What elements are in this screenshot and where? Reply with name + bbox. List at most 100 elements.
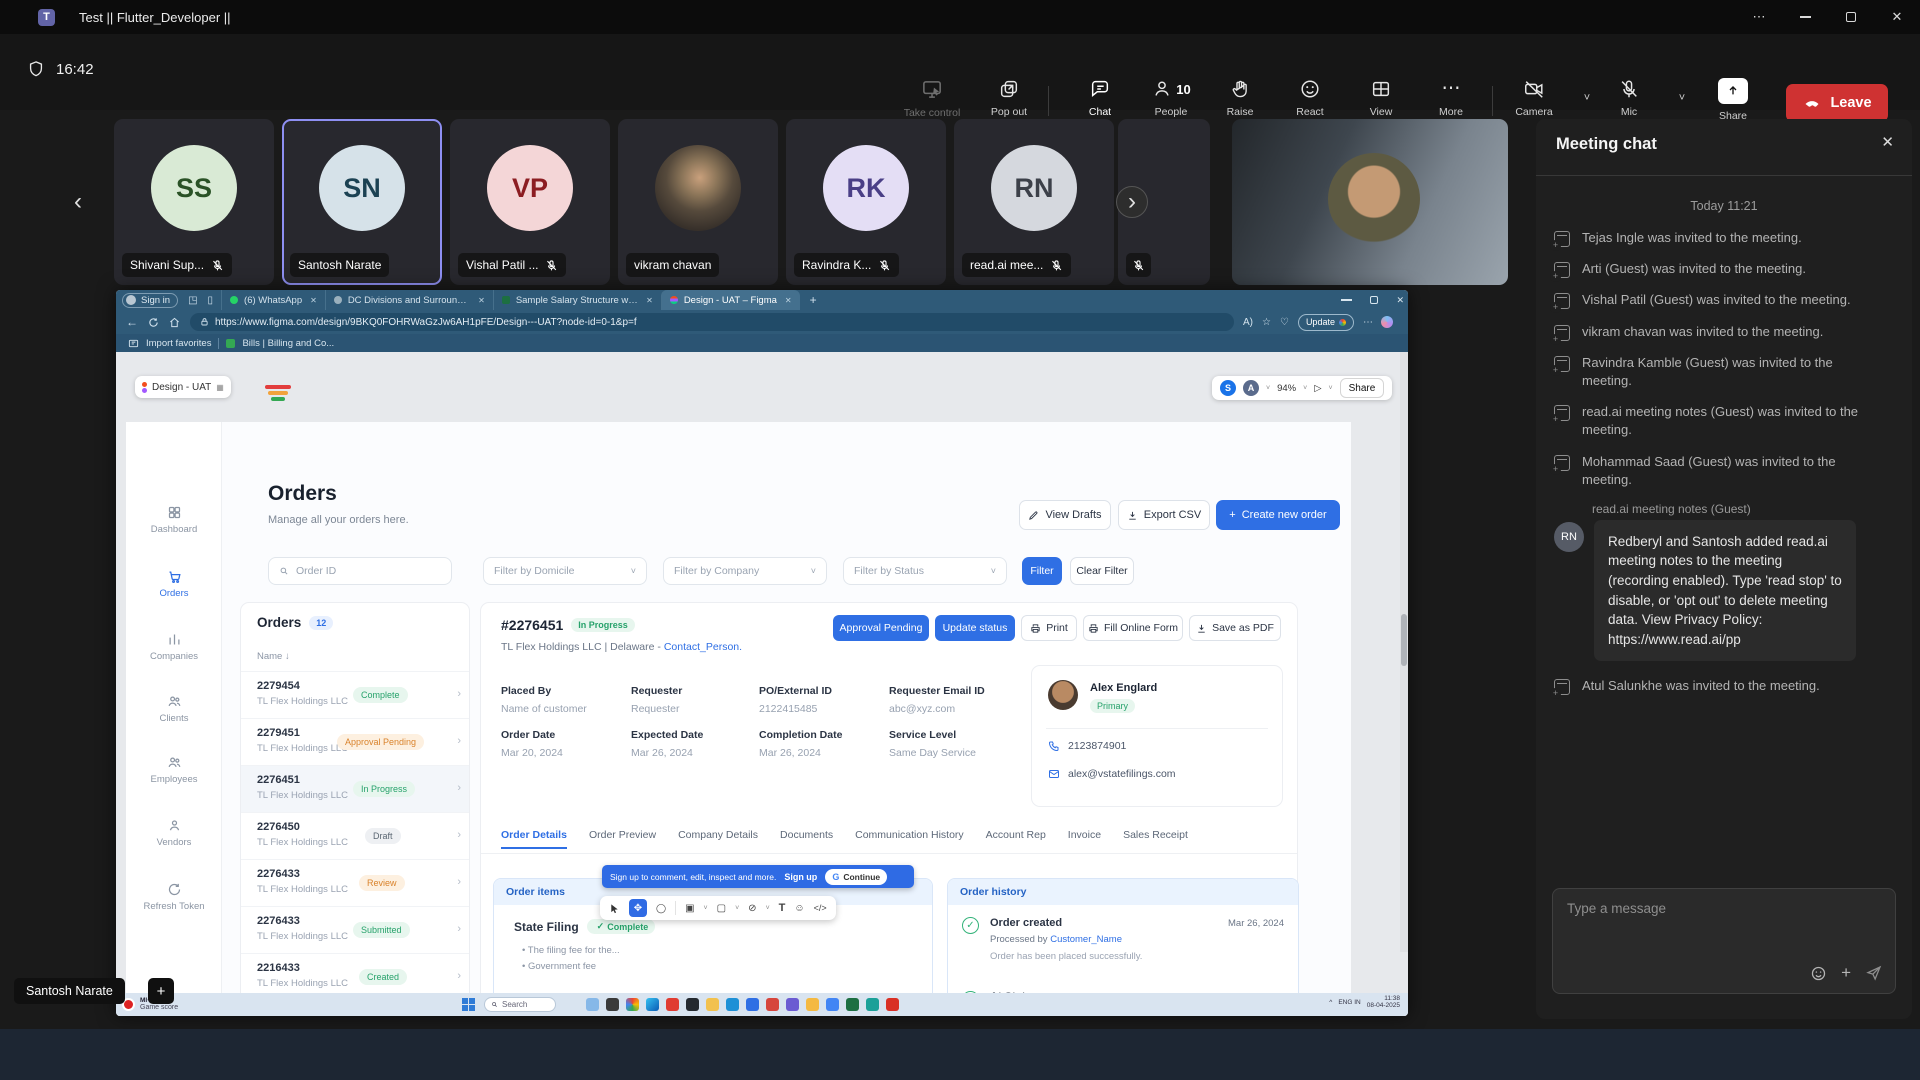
tab-communication-history[interactable]: Communication History [855,829,964,849]
figma-share-button[interactable]: Share [1340,378,1385,398]
fill-online-form-button[interactable]: Fill Online Form [1083,615,1183,641]
browser-essentials-icon[interactable]: ♡ [1280,317,1289,328]
minimize-button[interactable] [1782,0,1828,34]
add-tile-button[interactable]: + [148,978,174,1004]
tab-invoice[interactable]: Invoice [1068,829,1101,849]
browser-menu-dots-icon[interactable]: ⋯ [1363,317,1373,328]
shared-system-tray[interactable]: ^ ENG IN 11:3808-04-2025 [1329,995,1400,1010]
mic-options-chevron-icon[interactable]: ˅ [1673,86,1691,110]
sidebar-item-dashboard[interactable]: Dashboard [126,505,222,535]
tab-order-details[interactable]: Order Details [501,829,567,849]
browser-scrollbar[interactable] [1400,352,1408,952]
bookmark-import[interactable]: Import favorites [146,338,211,349]
window-options-icon[interactable]: ⋯ [1736,0,1782,34]
new-tab-icon[interactable]: + [810,293,817,307]
workspaces-icon[interactable]: ◳ [188,295,197,306]
shape-tool-icon[interactable]: ▢ [717,903,726,914]
order-row[interactable]: 2276450TL Flex Holdings LLCDraft› [241,812,470,859]
comment-tool-icon[interactable]: ◯ [656,903,666,914]
start-icon[interactable] [462,998,475,1011]
layout-grid-icon[interactable]: ▦ [216,383,224,392]
browser-tab[interactable]: (6) WhatsApp✕ [221,290,325,310]
browser-maximize-icon[interactable] [1370,296,1378,304]
browser-tab[interactable]: DC Divisions and Surroundings✕ [325,290,493,310]
order-row[interactable]: 2279451TL Flex Holdings LLCApproval Pend… [241,718,470,765]
video-tile-active[interactable]: SN Santosh Narate [282,119,442,285]
video-tile[interactable]: VP Vishal Patil ... [450,119,610,285]
close-button[interactable]: ✕ [1874,0,1920,34]
cursor-tool-icon[interactable] [609,903,620,914]
filter-company-select[interactable]: Filter by Company˅ [663,557,827,585]
connector-tool-icon[interactable]: ⊘ [748,903,756,914]
home-icon[interactable] [169,317,180,328]
tiles-scroll-right-icon[interactable]: › [1116,186,1148,218]
video-tile[interactable]: RK Ravindra K... [786,119,946,285]
frame-tool-icon[interactable]: ▣ [685,903,694,914]
scrollbar-thumb[interactable] [1401,614,1407,666]
update-status-button[interactable]: Update status [935,615,1015,641]
emoji-tool-icon[interactable]: ☺ [794,903,804,914]
reload-icon[interactable] [148,317,159,328]
customer-name-link[interactable]: Customer_Name [1050,934,1122,945]
favorites-star-icon[interactable]: ☆ [1262,317,1271,328]
emoji-icon[interactable] [1810,965,1827,982]
collaborator-avatar[interactable]: A [1243,380,1259,396]
zoom-level[interactable]: 94% [1277,383,1296,394]
print-button[interactable]: Print [1021,615,1077,641]
camera-options-chevron-icon[interactable]: ˅ [1578,86,1596,110]
attach-plus-icon[interactable]: + [1841,963,1851,983]
update-button[interactable]: Update [1298,314,1354,331]
browser-profile-button[interactable]: Sign in [122,293,178,308]
video-tile-camera-on[interactable]: vikram chavan [618,119,778,285]
tab-account-rep[interactable]: Account Rep [986,829,1046,849]
send-icon[interactable] [1865,964,1883,982]
order-row[interactable]: 2279454TL Flex Holdings LLCComplete› [241,671,470,718]
sidebar-item-orders[interactable]: Orders [126,569,222,599]
filter-button[interactable]: Filter [1022,557,1062,585]
sidebar-item-companies[interactable]: Companies [126,632,222,662]
browser-close-icon[interactable]: ✕ [1396,295,1404,306]
contact-phone[interactable]: 2123874901 [1048,740,1126,752]
code-tool-icon[interactable]: </> [814,903,827,913]
view-drafts-button[interactable]: View Drafts [1019,500,1111,530]
chat-input[interactable] [1567,901,1867,916]
chat-input-box[interactable]: + [1552,888,1896,994]
text-tool-icon[interactable]: T [779,902,786,914]
export-csv-button[interactable]: Export CSV [1118,500,1210,530]
read-aloud-icon[interactable]: A) [1243,317,1253,328]
sidebar-item-refresh-token[interactable]: Refresh Token [126,882,222,912]
order-row[interactable]: 2276433TL Flex Holdings LLCSubmitted› [241,906,470,953]
present-icon[interactable]: ▷ [1314,383,1321,394]
collaborator-avatar[interactable]: S [1220,380,1236,396]
browser-tab-active[interactable]: Design - UAT – Figma✕ [661,290,800,310]
figma-file-name[interactable]: Design - UAT [152,382,211,393]
bookmark-bills[interactable]: Bills | Billing and Co... [242,338,334,349]
maximize-button[interactable] [1828,0,1874,34]
address-field[interactable]: https://www.figma.com/design/9BKQ0FOHRWa… [190,313,1234,331]
filter-status-select[interactable]: Filter by Status˅ [843,557,1007,585]
save-as-pdf-button[interactable]: Save as PDF [1189,615,1281,641]
shared-search-box[interactable]: Search [484,997,556,1012]
order-id-search-input[interactable]: Order ID [268,557,452,585]
video-tile[interactable]: RN read.ai mee... [954,119,1114,285]
sidebar-item-employees[interactable]: Employees [126,755,222,785]
hand-tool-icon[interactable]: ✥ [629,899,647,917]
vertical-tabs-icon[interactable]: ▯ [208,295,214,306]
google-continue-button[interactable]: GContinue [825,869,887,885]
sidebar-item-clients[interactable]: Clients [126,694,222,724]
filter-domicile-select[interactable]: Filter by Domicile˅ [483,557,647,585]
leave-button[interactable]: Leave [1786,84,1888,122]
order-row[interactable]: 2276433TL Flex Holdings LLCReview› [241,859,470,906]
tab-sales-receipt[interactable]: Sales Receipt [1123,829,1188,849]
contact-email[interactable]: alex@vstatefilings.com [1048,768,1176,780]
browser-minimize-icon[interactable] [1341,299,1352,301]
approval-pending-button[interactable]: Approval Pending [833,615,929,641]
figma-menu-icon[interactable] [142,382,147,393]
tab-company-details[interactable]: Company Details [678,829,758,849]
order-row-selected[interactable]: 2276451TL Flex Holdings LLCIn Progress› [241,765,470,812]
shared-taskbar-apps[interactable] [586,998,899,1011]
tiles-scroll-left-icon[interactable]: ‹ [62,186,94,218]
contact-person-link[interactable]: Contact_Person. [664,641,742,653]
clear-filter-button[interactable]: Clear Filter [1070,557,1134,585]
create-new-order-button[interactable]: +Create new order [1216,500,1340,530]
